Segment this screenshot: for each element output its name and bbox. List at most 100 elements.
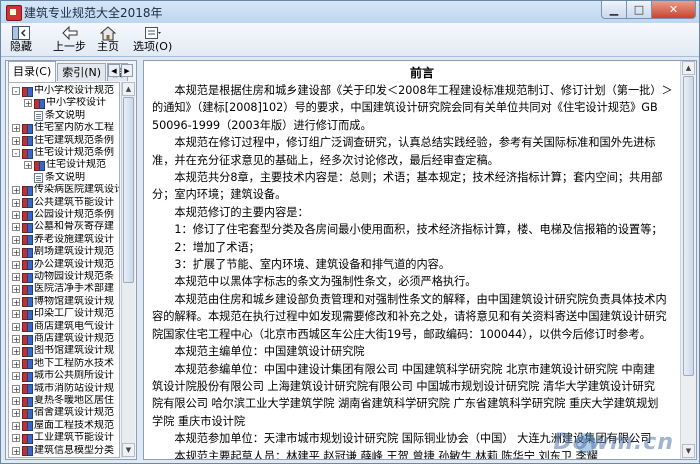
home-button[interactable]: 主页	[97, 25, 119, 54]
tree-item[interactable]: - 住宅设计规范条例	[12, 147, 114, 159]
back-button[interactable]: 上一步	[53, 25, 86, 54]
tree-item[interactable]: + 公墓和骨灰寄存建	[12, 221, 114, 233]
expand-icon[interactable]: +	[12, 223, 20, 232]
collapse-icon[interactable]: -	[12, 149, 20, 158]
tree-item[interactable]: + 屋面工程技术规范	[12, 420, 114, 432]
expand-icon[interactable]: +	[12, 372, 20, 381]
document-text-line: 1：修订了住宅套型分类及各房间最小使用面积，技术经济指标计算，楼、电梯及信报箱的…	[174, 223, 663, 237]
tree-item[interactable]: + 动物园设计规范条	[12, 271, 114, 283]
doc-scroll-thumb[interactable]	[683, 76, 694, 376]
close-button[interactable]: ✕	[652, 1, 696, 19]
book-icon	[22, 371, 33, 382]
tree-item[interactable]: + 城市消防站设计规	[12, 383, 114, 395]
tree-item-label: 夏热冬暖地区居住	[34, 395, 114, 406]
tree-item[interactable]: + 剧场建筑设计规范	[12, 246, 114, 258]
tree-item[interactable]: + 工业建筑节能设计	[12, 432, 114, 444]
expand-icon[interactable]: +	[12, 310, 20, 319]
book-icon	[22, 185, 33, 196]
watermark: Dowm.cn	[553, 430, 674, 455]
window-title: 建筑专业规范大全2018年	[24, 6, 163, 20]
tree-item[interactable]: + 公园设计规范条例	[12, 209, 114, 221]
expand-icon[interactable]: +	[12, 397, 20, 406]
tree-item[interactable]: + 城市公共厕所设计	[12, 370, 114, 382]
expand-icon[interactable]: +	[12, 347, 20, 356]
tab-scroll-right-button[interactable]: ▶	[121, 64, 133, 77]
tree-item-label: 养老设施建筑设计	[34, 233, 114, 245]
expand-icon[interactable]: +	[12, 421, 20, 430]
book-icon	[22, 446, 33, 457]
tree-scroll-up-button[interactable]: ▲	[122, 82, 135, 96]
expand-icon[interactable]: +	[12, 297, 20, 306]
expand-icon[interactable]: +	[12, 322, 20, 331]
tree-item[interactable]: + 印染工厂设计规范	[12, 308, 114, 320]
collapse-icon[interactable]: -	[12, 87, 20, 96]
expand-icon[interactable]: +	[12, 186, 20, 195]
options-button[interactable]: 选项(O)	[133, 25, 172, 54]
tree-item[interactable]: 条文说明	[24, 110, 85, 122]
maximize-button[interactable]: □	[627, 1, 652, 19]
tab-contents[interactable]: 目录(C)	[8, 61, 57, 82]
expand-icon[interactable]: +	[12, 335, 20, 344]
triangle-right-icon: ▶	[124, 66, 130, 75]
tree-item[interactable]: + 夏热冬暖地区居住	[12, 395, 114, 407]
expand-icon[interactable]: +	[24, 161, 32, 170]
tree-scroll-thumb[interactable]	[123, 97, 134, 283]
tree-item[interactable]: + 医院洁净手术部建	[12, 283, 114, 295]
expand-icon[interactable]: +	[12, 446, 20, 455]
expand-icon[interactable]: +	[12, 248, 20, 257]
document-text-line: 准，并在充分征求意见的基础上，经多次讨论修改，最后经审查定稿。	[152, 153, 499, 167]
tree-item[interactable]: - 中小学校设计规范	[12, 85, 114, 97]
expand-icon[interactable]: +	[12, 273, 20, 282]
doc-scroll-down-button[interactable]: ▼	[682, 444, 695, 458]
application-window: 建筑专业规范大全2018年 ▁ □ ✕ 隐藏 上一步 主页 选项(O) 目录(C…	[0, 0, 700, 464]
book-icon	[22, 433, 33, 444]
expand-icon[interactable]: +	[12, 285, 20, 294]
tree-item[interactable]: + 中小学校设计	[24, 97, 106, 109]
expand-icon[interactable]: +	[12, 124, 20, 133]
tree-item[interactable]: + 住宅设计规范	[24, 159, 106, 171]
minimize-button[interactable]: ▁	[601, 1, 627, 19]
tree-item[interactable]: + 养老设施建筑设计	[12, 234, 114, 246]
document-text-line: 3：扩展了节能、室内环境、建筑设备和排气道的内容。	[174, 258, 451, 272]
book-icon	[22, 247, 33, 258]
contents-tree[interactable]: - 中小学校设计规范 + 中小学校设计 条文说明 + 住宅室内防水工程 + 住宅建筑规范条例 - 住…	[8, 82, 120, 458]
tree-item[interactable]: + 宿舍建筑设计规范	[12, 407, 114, 419]
expand-icon[interactable]: +	[12, 198, 20, 207]
expand-icon[interactable]: +	[12, 235, 20, 244]
tab-index[interactable]: 索引(N)	[57, 63, 107, 81]
book-icon	[22, 272, 33, 283]
tree-item[interactable]: + 地下工程防水技术	[12, 358, 114, 370]
tree-scrollbar[interactable]: ▲ ▼	[121, 82, 135, 458]
book-icon	[22, 359, 33, 370]
tree-item[interactable]: + 博物馆建筑设计规	[12, 296, 114, 308]
expand-icon[interactable]: +	[12, 409, 20, 418]
expand-icon[interactable]: +	[12, 384, 20, 393]
tab-scroll-left-button[interactable]: ◀	[108, 64, 120, 77]
expand-icon[interactable]: +	[12, 211, 20, 220]
tree-item[interactable]: + 商店建筑设计规范	[12, 333, 114, 345]
expand-icon[interactable]: +	[12, 434, 20, 443]
hide-button[interactable]: 隐藏	[10, 25, 32, 54]
tree-item[interactable]: + 公共建筑节能设计	[12, 197, 114, 209]
tree-item-label: 图书馆建筑设计规	[34, 345, 114, 357]
tree-item[interactable]: + 商店建筑电气设计	[12, 321, 114, 333]
triangle-down-icon: ▼	[125, 446, 132, 454]
tree-item[interactable]: 条文说明	[24, 172, 85, 184]
maximize-icon: □	[633, 3, 645, 16]
document-title: 前言	[409, 66, 434, 80]
tree-item[interactable]: + 住宅建筑规范条例	[12, 135, 114, 147]
options-icon	[143, 25, 163, 41]
expand-icon[interactable]: +	[12, 136, 20, 145]
expand-icon[interactable]: +	[12, 359, 20, 368]
tree-item[interactable]: + 建筑信息模型分类	[12, 445, 114, 457]
doc-scroll-up-button[interactable]: ▲	[682, 61, 695, 75]
tree-item[interactable]: + 传染病医院建筑设计	[12, 184, 119, 196]
document-scrollbar[interactable]: ▲ ▼	[680, 61, 696, 459]
tree-item[interactable]: + 办公建筑设计规范	[12, 259, 114, 271]
tree-item[interactable]: + 图书馆建筑设计规	[12, 345, 114, 357]
expand-icon[interactable]: +	[12, 260, 20, 269]
tree-item[interactable]: + 住宅室内防水工程	[12, 122, 114, 134]
expand-icon[interactable]: +	[24, 99, 32, 108]
title-bar[interactable]: 建筑专业规范大全2018年 ▁ □ ✕	[1, 1, 699, 24]
tree-scroll-down-button[interactable]: ▼	[122, 443, 135, 457]
